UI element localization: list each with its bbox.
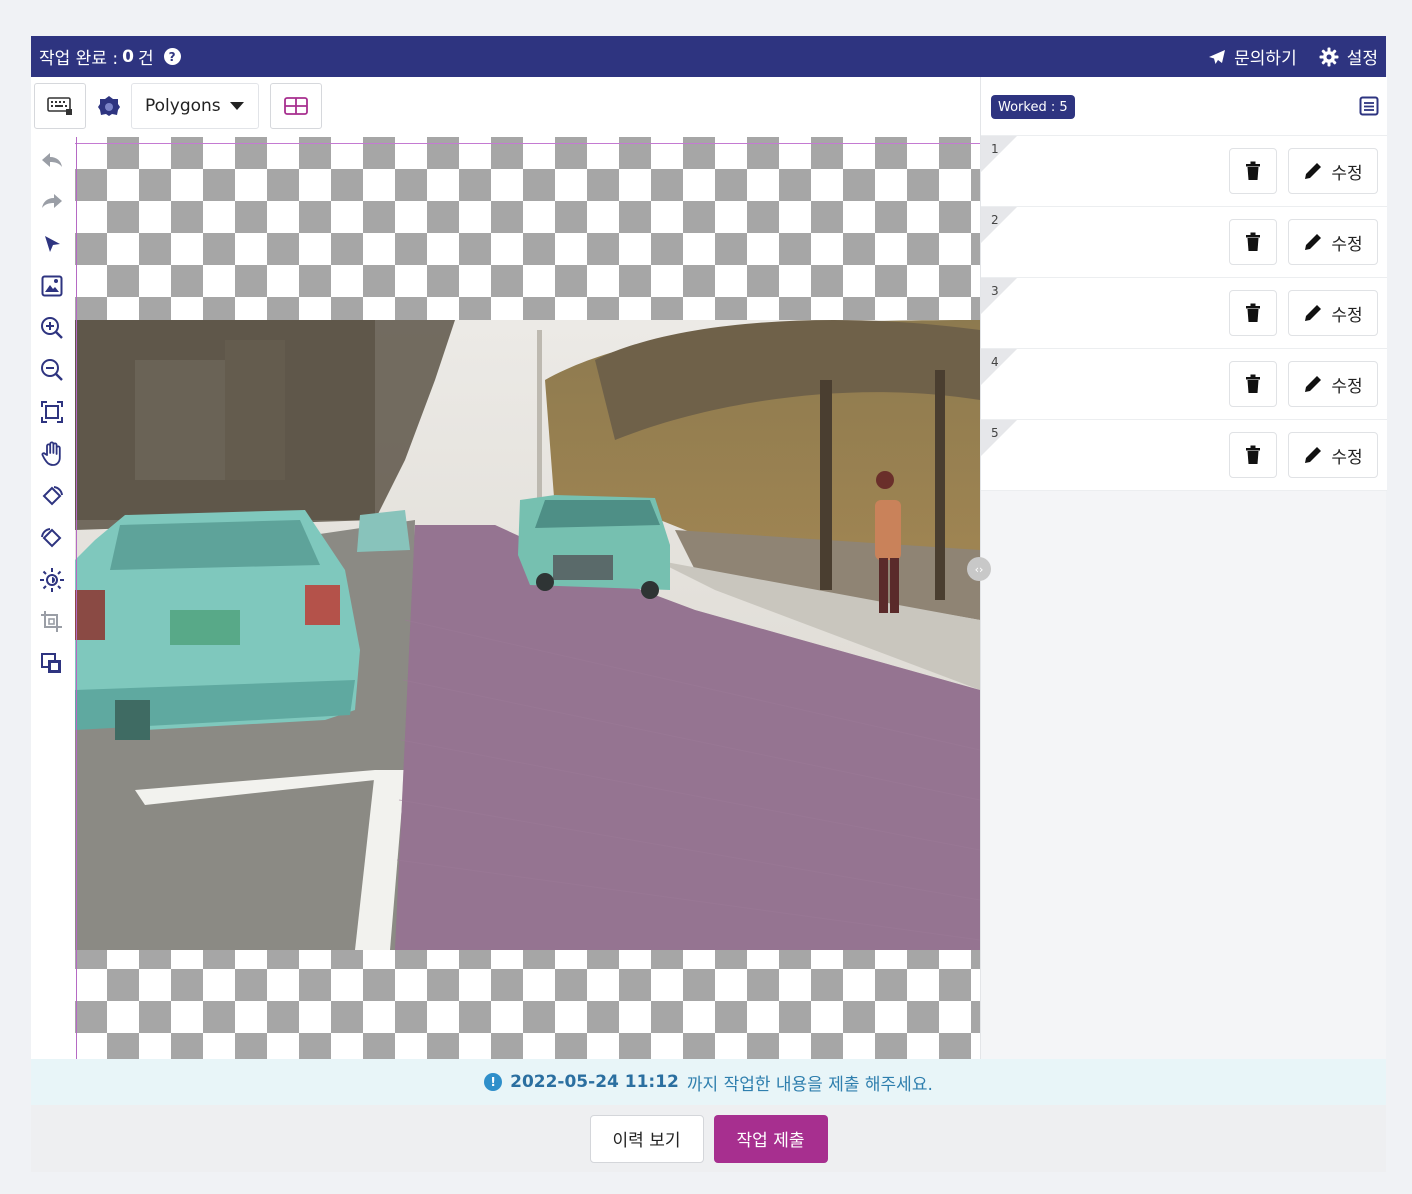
brightness-icon[interactable] — [39, 567, 65, 593]
street-scene — [75, 320, 980, 950]
keyboard-icon — [47, 97, 72, 115]
delete-button[interactable] — [1229, 290, 1277, 336]
annotation-row[interactable]: 1 수정 — [981, 136, 1387, 207]
grid-split-button[interactable] — [270, 83, 322, 129]
image-icon[interactable] — [39, 273, 65, 299]
edit-label: 수정 — [1331, 376, 1363, 397]
polygon-gear-icon[interactable] — [97, 95, 121, 121]
annotation-toolbar: Polygons — [31, 77, 980, 135]
grid-split-icon — [284, 97, 308, 115]
gear-icon — [1319, 47, 1339, 66]
pencil-icon — [1305, 447, 1322, 463]
zoom-in-icon[interactable] — [39, 315, 65, 341]
panel-header: Worked : 5 — [981, 77, 1387, 136]
keyboard-shortcuts-button[interactable] — [34, 83, 86, 129]
redo-icon[interactable] — [39, 188, 65, 214]
info-icon: ! — [484, 1073, 503, 1091]
bbox-top-line — [75, 143, 980, 144]
delete-button[interactable] — [1229, 219, 1277, 265]
bbox-left-line — [76, 137, 77, 1059]
undo-icon[interactable] — [39, 147, 65, 173]
edit-label: 수정 — [1331, 305, 1363, 326]
annotation-row[interactable]: 2 수정 — [981, 207, 1387, 278]
row-corner-marker — [981, 349, 1017, 385]
tool-sidebar — [31, 137, 74, 1057]
row-corner-marker — [981, 136, 1017, 172]
edit-button[interactable]: 수정 — [1288, 432, 1378, 478]
row-index: 2 — [991, 213, 999, 227]
footer-actions: 이력 보기 작업 제출 — [31, 1105, 1386, 1172]
street-photo — [75, 320, 980, 950]
row-index: 4 — [991, 355, 999, 369]
deadline-text: 까지 작업한 내용을 제출 해주세요. — [686, 1074, 933, 1095]
help-icon[interactable]: ? — [163, 48, 181, 65]
panel-resize-handle[interactable]: ‹› — [967, 557, 991, 581]
select-arrow-icon[interactable] — [39, 231, 65, 257]
workspace: Polygons — [31, 77, 980, 1059]
pencil-icon — [1305, 305, 1322, 321]
shape-mode-select[interactable]: Polygons — [131, 83, 259, 129]
list-view-icon[interactable] — [1359, 96, 1379, 120]
pan-hand-icon[interactable] — [39, 441, 65, 467]
delete-button[interactable] — [1229, 432, 1277, 478]
edit-button[interactable]: 수정 — [1288, 219, 1378, 265]
inquiry-label: 문의하기 — [1234, 49, 1297, 69]
labeling-app: 작업 완료 : 0 건 ? 문의하기 설정 Polygons Worked: … — [31, 36, 1387, 1172]
annotation-row[interactable]: 4 수정 — [981, 349, 1387, 420]
annotation-list-panel: Worked : 5 1 수정 2 수정 3 수정 4 수정 5 수정 — [980, 77, 1387, 1059]
trash-icon — [1246, 445, 1260, 464]
worked-badge: Worked : 5 — [991, 95, 1075, 119]
paper-plane-icon — [1209, 49, 1226, 64]
trash-icon — [1246, 232, 1260, 251]
row-corner-marker — [981, 278, 1017, 314]
shape-mode-label: Polygons — [145, 96, 221, 116]
edit-label: 수정 — [1331, 234, 1363, 255]
rotate-right-icon[interactable] — [39, 525, 65, 551]
row-index: 5 — [991, 426, 999, 440]
delete-button[interactable] — [1229, 148, 1277, 194]
caret-down-icon — [230, 102, 244, 110]
edit-label: 수정 — [1331, 163, 1363, 184]
delete-button[interactable] — [1229, 361, 1277, 407]
row-corner-marker — [981, 420, 1017, 456]
edit-label: 수정 — [1331, 447, 1363, 468]
pencil-icon — [1305, 163, 1322, 179]
trash-icon — [1246, 303, 1260, 322]
annotation-canvas[interactable] — [75, 137, 980, 1059]
status-count: 0 — [122, 46, 134, 67]
pencil-icon — [1305, 234, 1322, 250]
row-corner-marker — [981, 207, 1017, 243]
work-status: 작업 완료 : 0 건 ? — [39, 44, 181, 69]
pencil-icon — [1305, 376, 1322, 392]
submit-button[interactable]: 작업 제출 — [713, 1114, 828, 1163]
settings-label: 설정 — [1346, 49, 1378, 69]
rotate-left-icon[interactable] — [39, 483, 65, 509]
top-bar: 작업 완료 : 0 건 ? 문의하기 설정 — [31, 36, 1386, 77]
annotation-row[interactable]: 5 수정 — [981, 420, 1387, 491]
edit-button[interactable]: 수정 — [1288, 290, 1378, 336]
inquiry-button[interactable]: 문의하기 — [1208, 44, 1297, 69]
trash-icon — [1246, 374, 1260, 393]
status-unit: 건 — [137, 49, 154, 69]
deadline-notice: ! 2022-05-24 11:12 까지 작업한 내용을 제출 해주세요. — [31, 1059, 1386, 1105]
row-index: 3 — [991, 284, 999, 298]
annotation-row[interactable]: 3 수정 — [981, 278, 1387, 349]
history-button[interactable]: 이력 보기 — [589, 1114, 704, 1163]
zoom-out-icon[interactable] — [39, 357, 65, 383]
layers-icon[interactable] — [39, 651, 65, 677]
trash-icon — [1246, 161, 1260, 180]
edit-button[interactable]: 수정 — [1288, 361, 1378, 407]
deadline-date: 2022-05-24 11:12 — [510, 1072, 679, 1092]
edit-button[interactable]: 수정 — [1288, 148, 1378, 194]
fit-screen-icon[interactable] — [39, 399, 65, 425]
crop-icon[interactable] — [39, 609, 65, 635]
settings-button[interactable]: 설정 — [1319, 44, 1378, 69]
status-label: 작업 완료 : — [39, 49, 119, 69]
annotation-list: 1 수정 2 수정 3 수정 4 수정 5 수정 — [981, 136, 1387, 491]
row-index: 1 — [991, 142, 999, 156]
